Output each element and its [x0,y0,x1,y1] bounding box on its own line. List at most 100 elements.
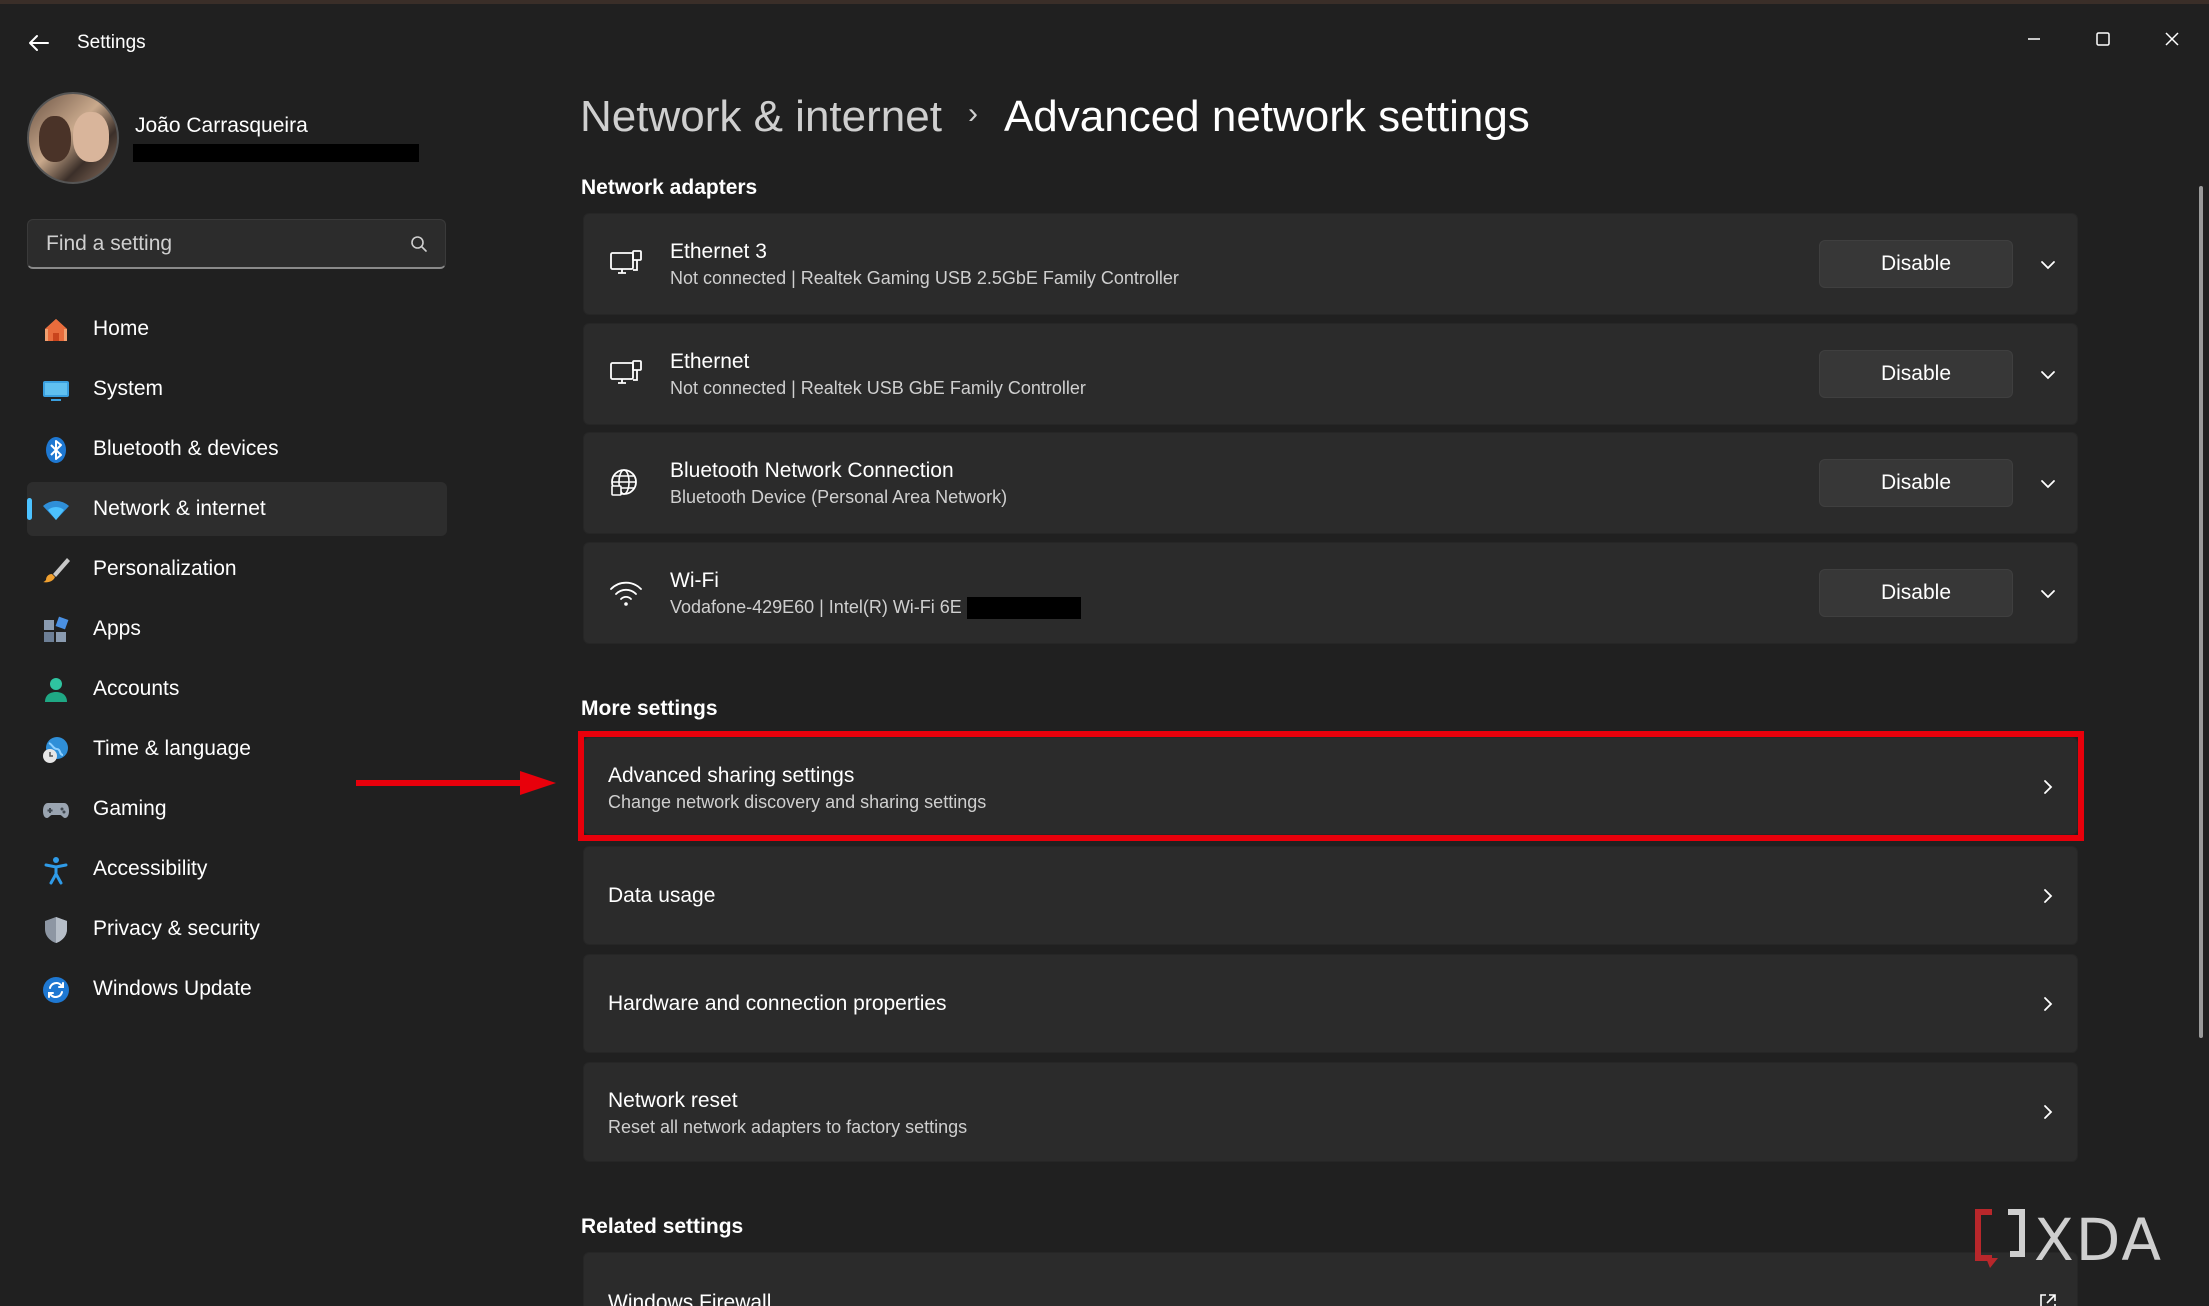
sidebar-item-label: Home [93,317,150,340]
chevron-down-icon[interactable] [2036,472,2060,496]
title-bar: Settings [0,8,2209,74]
sidebar-item-system[interactable]: System [27,362,447,416]
adapter-card-ethernet[interactable]: Ethernet Not connected | Realtek USB GbE… [583,323,2078,425]
setting-title: Network reset [608,1089,738,1112]
minimize-button[interactable] [2004,18,2064,60]
sidebar-item-label: Network & internet [93,497,266,520]
adapter-detail: Bluetooth Device (Personal Area Network) [670,487,1008,507]
sidebar-item-bluetooth[interactable]: Bluetooth & devices [27,422,447,476]
data-usage-item[interactable]: Data usage [583,846,2078,945]
sidebar-item-personalization[interactable]: Personalization [27,542,447,596]
sidebar-item-label: Accounts [93,677,180,700]
wifi-icon [610,581,642,606]
breadcrumb-parent-link[interactable]: Network & internet [580,92,942,141]
hardware-connection-properties-item[interactable]: Hardware and connection properties [583,954,2078,1053]
adapter-detail: Not connected | Realtek Gaming USB 2.5Gb… [670,268,1179,288]
sidebar-item-privacy-security[interactable]: Privacy & security [27,902,447,956]
chevron-down-icon[interactable] [2036,363,2060,387]
disable-button[interactable]: Disable [1819,240,2013,288]
setting-title: Hardware and connection properties [608,992,947,1015]
redacted-adapter-detail [967,597,1081,619]
maximize-button[interactable] [2073,18,2133,60]
page-title: Advanced network settings [1003,92,1530,141]
accessibility-icon [44,857,68,885]
brush-icon [43,558,70,583]
highlight-annotation-box [578,731,2084,841]
watermark-logo: XDA [1972,1206,2184,1274]
disable-button[interactable]: Disable [1819,350,2013,398]
wifi-icon [43,500,69,520]
bluetooth-icon [46,437,66,463]
apps-icon [44,616,69,642]
sidebar-item-windows-update[interactable]: Windows Update [27,962,447,1016]
ethernet-icon [610,250,642,274]
adapter-name: Bluetooth Network Connection [670,459,954,482]
search-box[interactable] [27,219,446,269]
chevron-right-icon [2044,997,2053,1011]
adapter-name: Wi-Fi [670,569,719,592]
chevron-down-icon[interactable] [2036,253,2060,277]
disable-button[interactable]: Disable [1819,569,2013,617]
breadcrumb-separator: › [967,97,978,131]
windows-firewall-item[interactable]: Windows Firewall [583,1252,2078,1306]
close-button[interactable] [2142,18,2202,60]
section-title-related-settings: Related settings [581,1215,744,1238]
sidebar-item-label: System [93,377,164,400]
minimize-icon [2028,38,2040,40]
shield-icon [45,917,67,943]
annotation-arrow-icon [356,771,556,795]
globe-network-icon [611,469,637,496]
sidebar-item-home[interactable]: Home [27,302,447,356]
chevron-down-icon[interactable] [2036,582,2060,606]
sidebar-item-label: Personalization [93,557,237,580]
sidebar-item-apps[interactable]: Apps [27,602,447,656]
avatar [27,92,119,184]
scrollbar[interactable] [2199,186,2203,1038]
settings-window: Settings João Carrasqueira Home System [0,0,2209,1306]
globe-clock-icon [43,737,68,763]
sidebar-item-label: Accessibility [93,857,208,880]
back-button[interactable] [22,26,56,60]
setting-subtitle: Reset all network adapters to factory se… [608,1117,968,1137]
profile-name: João Carrasqueira [135,114,308,137]
section-title-network-adapters: Network adapters [581,176,758,199]
system-icon [43,381,69,401]
maximize-icon [2096,32,2110,46]
watermark-text: XDA [2034,1206,2164,1274]
sidebar-item-accessibility[interactable]: Accessibility [27,842,447,896]
adapter-card-ethernet-3[interactable]: Ethernet 3 Not connected | Realtek Gamin… [583,213,2078,315]
sidebar-item-label: Time & language [93,737,251,760]
disable-button[interactable]: Disable [1819,459,2013,507]
adapter-name: Ethernet 3 [670,240,767,263]
adapter-name: Ethernet [670,350,750,373]
app-title: Settings [77,32,146,53]
sidebar-item-accounts[interactable]: Accounts [27,662,447,716]
section-title-more-settings: More settings [581,697,718,720]
redacted-email [133,144,419,162]
xda-logo-icon [1975,1209,2025,1268]
sidebar-item-label: Apps [93,617,141,640]
adapter-card-bluetooth-network[interactable]: Bluetooth Network Connection Bluetooth D… [583,432,2078,534]
update-icon [43,977,69,1003]
ethernet-icon [610,360,642,384]
accounts-icon [45,678,67,702]
breadcrumb: Network & internet › Advanced network sett… [580,92,1530,142]
setting-title: Windows Firewall [608,1291,772,1306]
network-reset-item[interactable]: Network reset Reset all network adapters… [583,1062,2078,1162]
home-icon [45,319,67,341]
search-input[interactable] [44,230,388,258]
sidebar-item-label: Privacy & security [93,917,260,940]
adapter-card-wifi[interactable]: Wi-Fi Vodafone-429E60 | Intel(R) Wi-Fi 6… [583,542,2078,644]
setting-title: Data usage [608,884,716,907]
sidebar-nav: Home System Bluetooth & devices Network … [27,302,447,1022]
adapter-detail: Vodafone-429E60 | Intel(R) Wi-Fi 6E [670,597,962,617]
close-icon [2165,32,2179,46]
gamepad-icon [43,803,69,818]
sidebar-item-network[interactable]: Network & internet [27,482,447,536]
chevron-right-icon [2044,1105,2053,1119]
sidebar-item-label: Gaming [93,797,167,820]
chevron-right-icon [2044,889,2053,903]
sidebar-item-label: Windows Update [93,977,252,1000]
sidebar-item-label: Bluetooth & devices [93,437,279,460]
adapter-detail: Not connected | Realtek USB GbE Family C… [670,378,1086,398]
